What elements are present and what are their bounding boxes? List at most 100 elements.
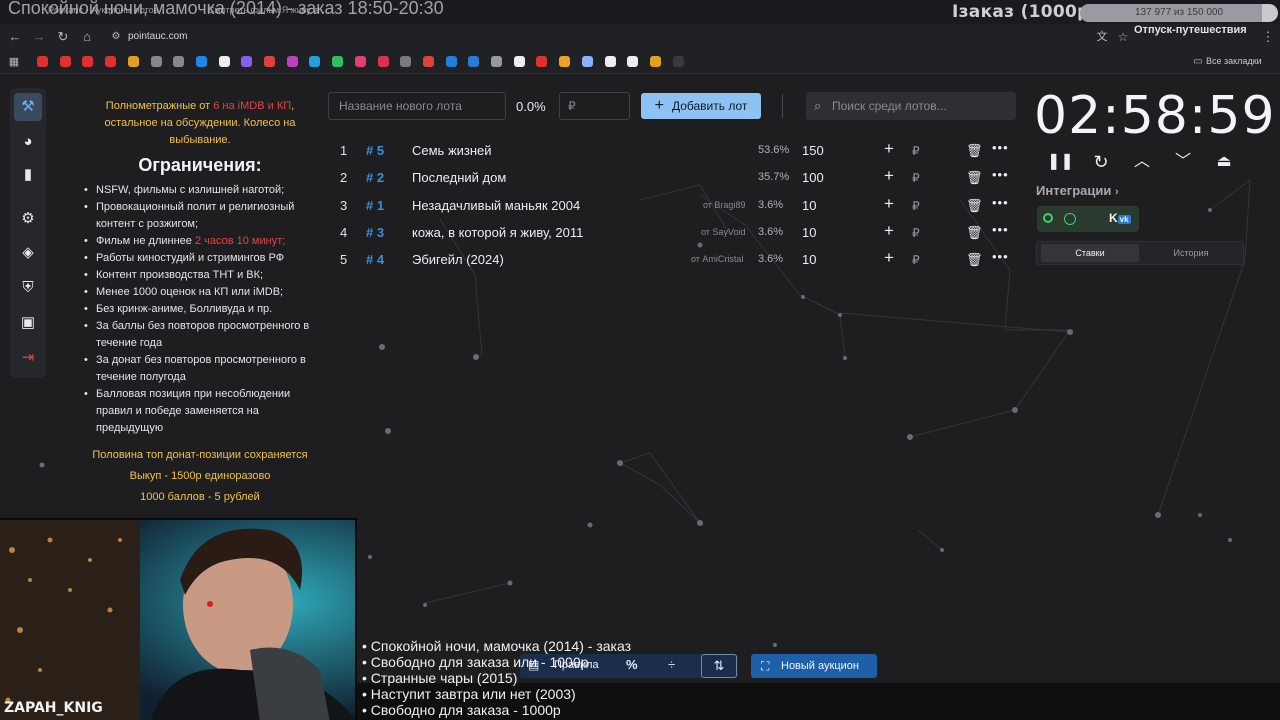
bookmark-favicon-icon[interactable]	[218, 56, 230, 67]
bookmark-favicon-icon[interactable]	[105, 56, 117, 67]
chevron-down-icon[interactable]: ﹀	[1171, 150, 1195, 174]
donation-service-icon[interactable]	[1064, 213, 1076, 225]
lot-name[interactable]: Последний дом	[412, 170, 506, 185]
bookmark-favicon-icon[interactable]	[59, 56, 71, 67]
ruble-icon[interactable]: ₽	[912, 253, 920, 267]
settings-gear-icon[interactable]: ⚙	[14, 205, 42, 233]
bookmark-favicon-icon[interactable]	[581, 56, 593, 67]
lot-amount[interactable]: 150	[802, 143, 824, 158]
bookmark-favicon-icon[interactable]	[400, 56, 412, 67]
radio-active-icon[interactable]	[1043, 213, 1053, 223]
more-options-icon[interactable]: •••	[992, 195, 1009, 210]
lot-row[interactable]: 2 # 2 Последний дом 35.7% 100 + ₽ 🗑 •••	[330, 164, 1020, 191]
more-options-icon[interactable]: •••	[992, 222, 1009, 237]
lot-name[interactable]: Семь жизней	[412, 143, 492, 158]
add-lot-button[interactable]: + Добавить лот	[641, 93, 761, 119]
trash-icon[interactable]: 🗑	[966, 198, 983, 214]
shield-check-icon[interactable]: ⛨	[14, 274, 42, 302]
home-icon[interactable]: ⌂	[79, 29, 95, 45]
double-chevron-up-icon[interactable]: ⏏	[1212, 150, 1236, 174]
trash-icon[interactable]: 🗑	[966, 170, 983, 186]
menu-icon[interactable]: ⋮	[1260, 29, 1276, 45]
trash-icon[interactable]: 🗑	[966, 252, 983, 268]
bookmark-favicon-icon[interactable]	[82, 56, 94, 67]
bookmark-favicon-icon[interactable]	[241, 56, 253, 67]
bookmark-favicon-icon[interactable]	[468, 56, 480, 67]
stats-icon[interactable]: ▮	[14, 161, 42, 189]
pause-icon[interactable]: ❚❚	[1047, 150, 1074, 174]
lot-amount[interactable]: 10	[802, 225, 816, 240]
layers-icon[interactable]: ◈	[14, 239, 42, 267]
translate-icon[interactable]: 文	[1094, 29, 1110, 45]
more-options-icon[interactable]: •••	[992, 249, 1009, 264]
bookmark-favicon-icon[interactable]	[309, 56, 321, 67]
bookmark-favicon-icon[interactable]	[37, 56, 48, 67]
bookmark-favicon-icon[interactable]	[422, 56, 434, 67]
tab-history[interactable]: История	[1142, 244, 1240, 262]
ruble-icon[interactable]: ₽	[912, 199, 920, 213]
divide-icon[interactable]: ÷	[668, 657, 675, 672]
add-amount-icon[interactable]: +	[884, 194, 894, 214]
bookmark-favicon-icon[interactable]	[491, 56, 502, 67]
reload-icon[interactable]: ↻	[55, 29, 71, 45]
bookmark-favicon-icon[interactable]	[672, 56, 684, 67]
more-options-icon[interactable]: •••	[992, 140, 1009, 155]
lot-name[interactable]: Эбигейл (2024)	[412, 252, 504, 267]
new-auction-button[interactable]: ⛶ Новый аукцион	[751, 654, 877, 678]
bookmark-favicon-icon[interactable]	[150, 56, 162, 67]
video-library-icon[interactable]: ▣	[14, 309, 42, 337]
chevron-up-icon[interactable]: ︿	[1130, 150, 1154, 174]
site-info-icon[interactable]: ⚙	[108, 29, 124, 45]
all-bookmarks-link[interactable]: Все закладки	[1206, 56, 1262, 66]
bookmark-favicon-icon[interactable]	[332, 56, 344, 67]
reset-timer-icon[interactable]: ↻	[1089, 150, 1113, 174]
address-bar[interactable]	[102, 28, 1252, 46]
bookmark-favicon-icon[interactable]	[286, 56, 298, 67]
bookmark-favicon-icon[interactable]	[559, 56, 571, 67]
add-amount-icon[interactable]: +	[884, 139, 894, 159]
apps-grid-icon[interactable]: ▦	[6, 54, 22, 70]
wheel-icon[interactable]: ◕	[14, 128, 42, 156]
add-amount-icon[interactable]: +	[884, 221, 894, 241]
bookmark-favicon-icon[interactable]	[377, 56, 389, 67]
lot-row[interactable]: 4 # 3 кожа, в которой я живу, 2011 от SayVo…	[330, 219, 1020, 246]
lot-name[interactable]: кожа, в которой я живу, 2011	[412, 225, 583, 240]
add-amount-icon[interactable]: +	[884, 248, 894, 268]
sort-icon[interactable]: ⇅	[701, 654, 737, 678]
lot-name[interactable]: Незадачливый маньяк 2004	[412, 198, 580, 213]
back-icon[interactable]: ←	[7, 29, 23, 45]
bookmark-favicon-icon[interactable]	[649, 56, 661, 67]
bookmark-favicon-icon[interactable]	[445, 56, 457, 67]
bookmark-favicon-icon[interactable]	[536, 56, 548, 67]
bookmark-favicon-icon[interactable]	[354, 56, 366, 67]
bookmark-favicon-icon[interactable]	[604, 56, 616, 67]
add-amount-icon[interactable]: +	[884, 166, 894, 186]
bookmark-favicon-icon[interactable]	[127, 56, 139, 67]
trash-icon[interactable]: 🗑	[966, 225, 983, 241]
bookmark-favicon-icon[interactable]	[627, 56, 639, 67]
integrations-link[interactable]: Интеграции ›	[1036, 183, 1119, 198]
ruble-icon[interactable]: ₽	[912, 144, 920, 158]
new-lot-percent: 0.0%	[516, 99, 546, 114]
trash-icon[interactable]: 🗑	[966, 143, 983, 159]
integrations-card[interactable]: Kvk	[1037, 206, 1139, 232]
lot-row[interactable]: 5 # 4 Эбигейл (2024) от AmiCristal 3.6% 10 + ₽ 🗑…	[330, 246, 1020, 273]
tab-bets[interactable]: Ставки	[1041, 244, 1139, 262]
logout-icon[interactable]: ⇥	[14, 344, 42, 372]
bookmark-favicon-icon[interactable]	[195, 56, 207, 67]
lot-amount[interactable]: 10	[802, 198, 816, 213]
auction-gavel-icon[interactable]: ⚒	[14, 93, 42, 121]
vk-integration-icon[interactable]: Kvk	[1109, 211, 1131, 225]
bookmark-favicon-icon[interactable]	[513, 56, 525, 67]
lot-row[interactable]: 3 # 1 Незадачливый маньяк 2004 от Bragi89 3.…	[330, 192, 1020, 219]
bookmark-favicon-icon[interactable]	[173, 56, 185, 67]
more-options-icon[interactable]: •••	[992, 167, 1009, 182]
lot-amount[interactable]: 100	[802, 170, 824, 185]
bookmark-star-icon[interactable]: ☆	[1115, 29, 1131, 45]
bookmark-favicon-icon[interactable]	[264, 56, 275, 67]
forward-icon[interactable]: →	[31, 29, 47, 45]
lot-row[interactable]: 1 # 5 Семь жизней 53.6% 150 + ₽ 🗑 •••	[330, 137, 1020, 164]
ruble-icon[interactable]: ₽	[912, 171, 920, 185]
ruble-icon[interactable]: ₽	[912, 226, 920, 240]
lot-amount[interactable]: 10	[802, 252, 816, 267]
